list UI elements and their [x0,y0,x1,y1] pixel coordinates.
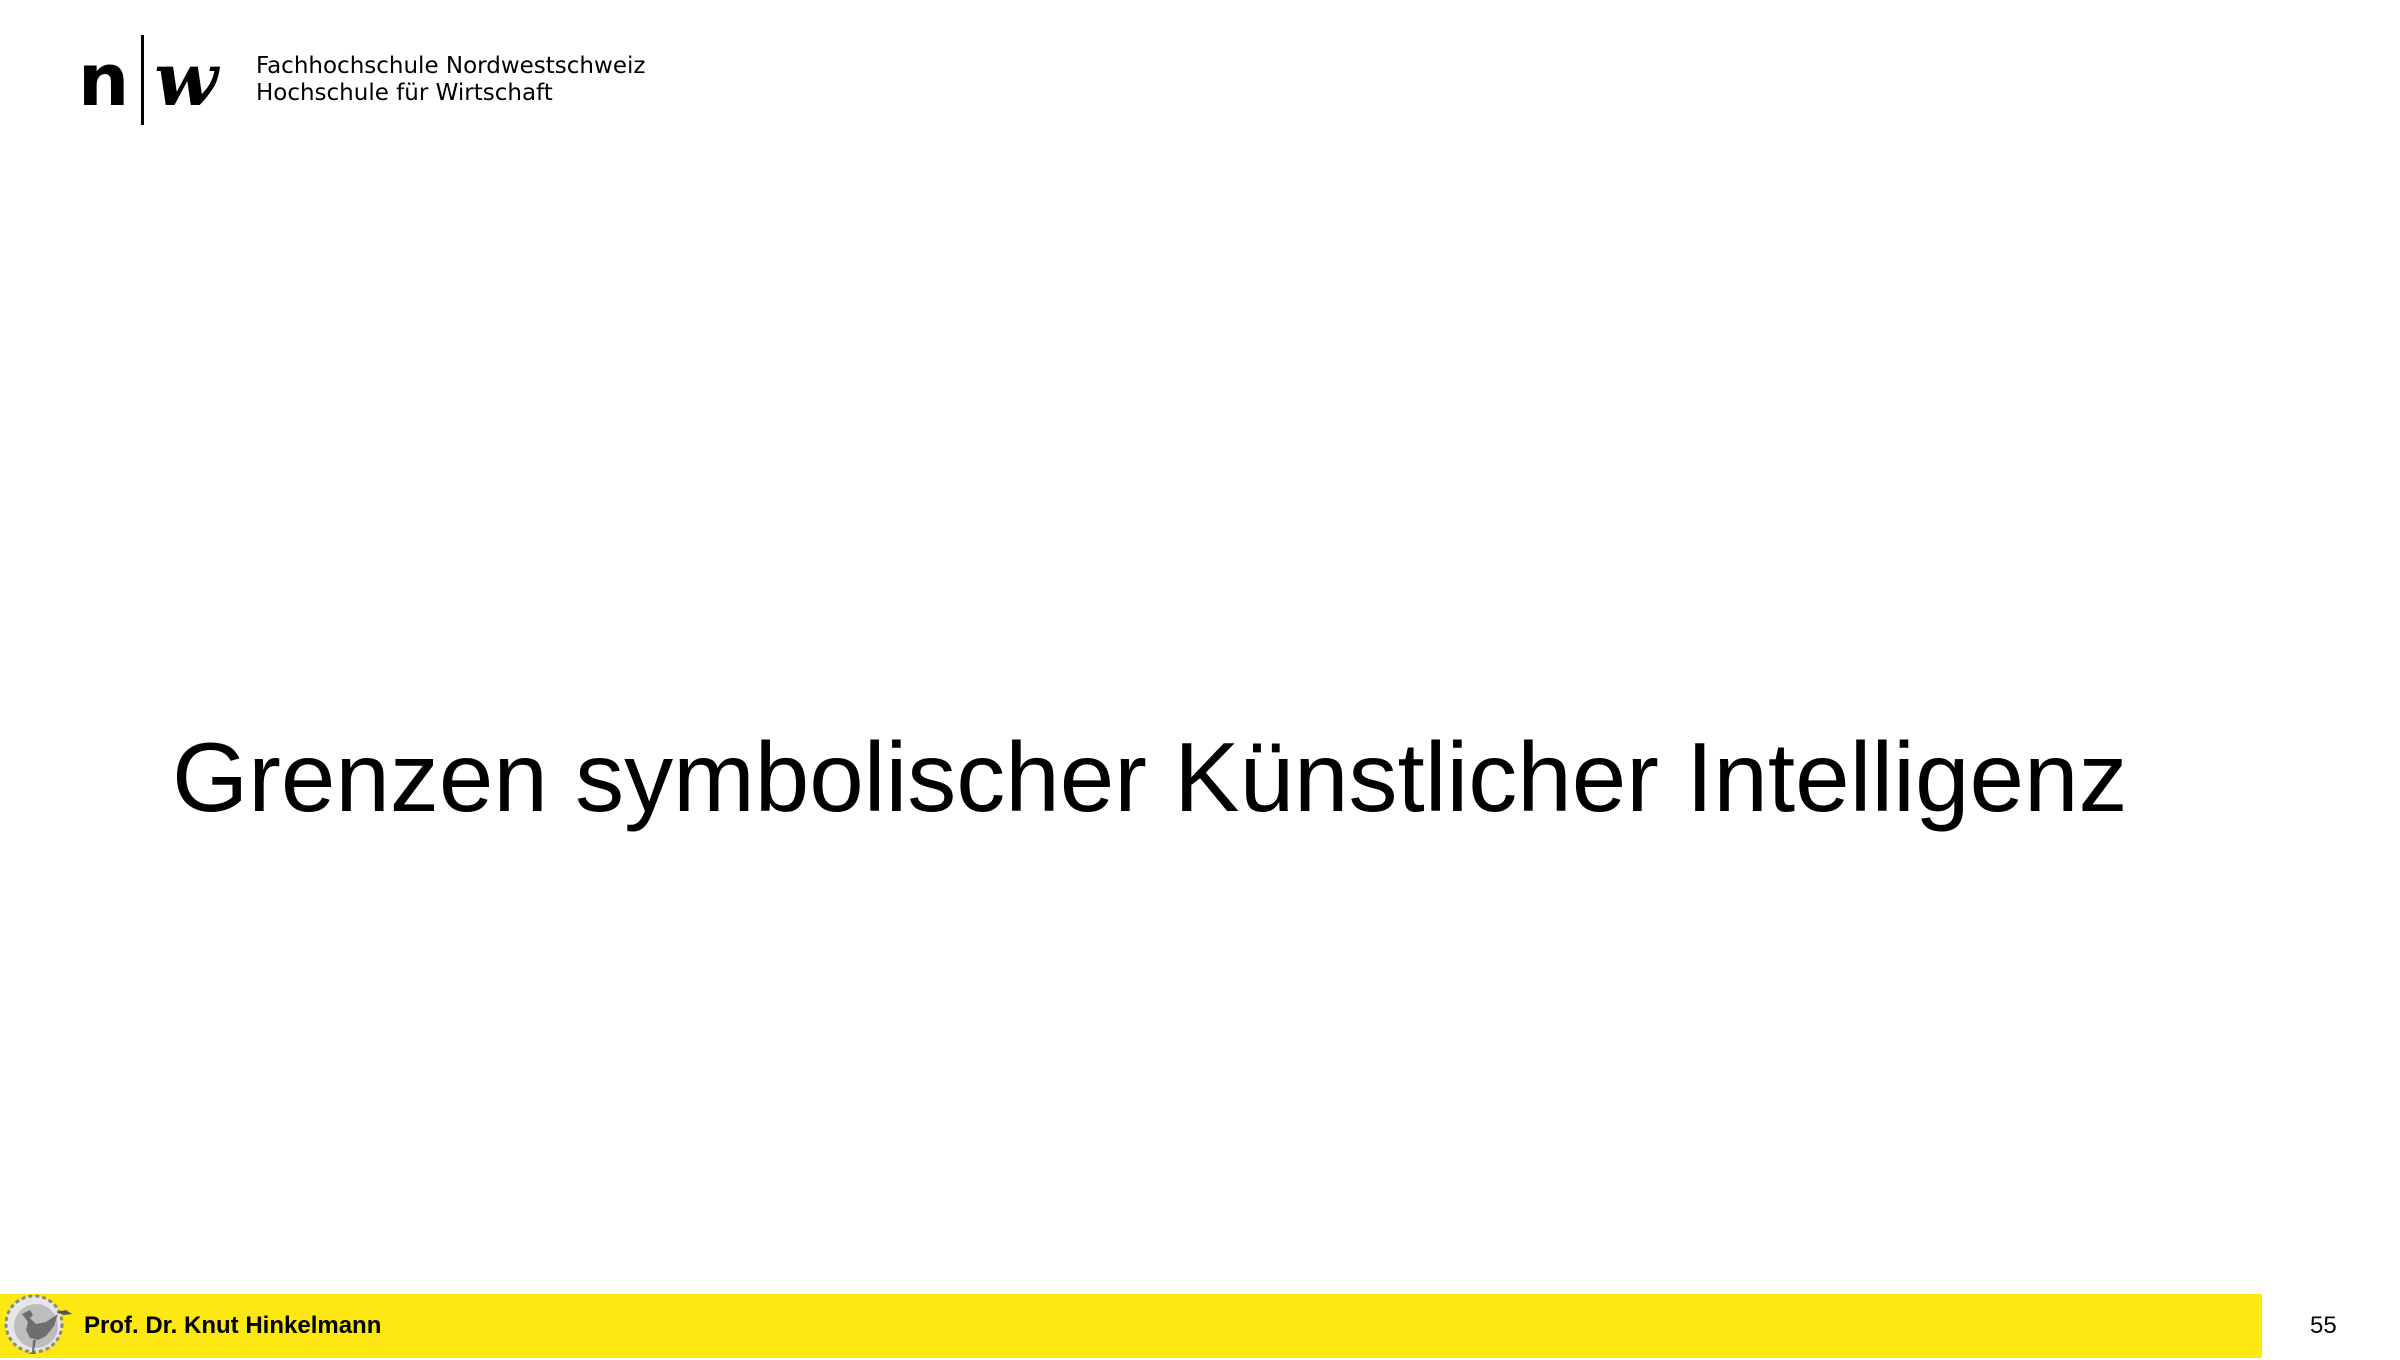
institution-name: Fachhochschule Nordwestschweiz Hochschul… [256,53,645,107]
footer-author: Prof. Dr. Knut Hinkelmann [84,1312,382,1339]
rooster-gear-icon [4,1294,72,1354]
logo-letter-w: w [154,37,218,123]
institution-name-line1: Fachhochschule Nordwestschweiz [255,53,646,79]
logo-mark: n w [78,34,218,126]
page-number: 55 [2310,1312,2337,1339]
institution-logo: n w Fachhochschule Nordwestschweiz Hochs… [78,34,645,126]
logo-divider [141,35,145,125]
slide-title: Grenzen symbolischer Künstlicher Intelli… [172,722,2128,832]
logo-letter-n: n [78,38,129,122]
institution-name-line2: Hochschule für Wirtschaft [255,80,553,106]
